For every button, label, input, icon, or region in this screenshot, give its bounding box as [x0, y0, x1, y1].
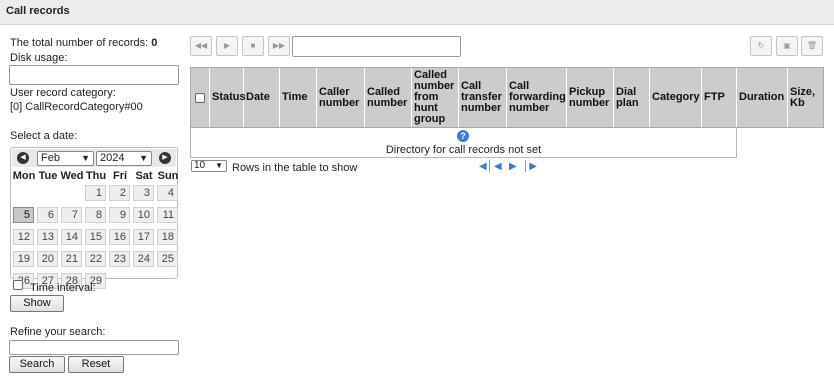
record-path-input[interactable] — [292, 36, 461, 57]
select-all-cell — [191, 68, 210, 127]
column-called-number[interactable]: Called number — [365, 68, 412, 127]
column-category[interactable]: Category — [650, 68, 702, 127]
page-title: Call records — [6, 5, 70, 17]
disk-usage-label: Disk usage: — [10, 52, 68, 64]
weekday-header: Tue — [38, 170, 58, 182]
weekday-header: Sun — [157, 170, 179, 182]
column-size-kb[interactable]: Size, Kb — [788, 68, 823, 127]
calendar-day[interactable]: 23 — [109, 251, 130, 267]
calendar-day[interactable]: 22 — [85, 251, 106, 267]
prev-month-icon[interactable]: ◀ — [17, 152, 29, 164]
reset-button[interactable]: Reset — [68, 356, 124, 373]
last-page-icon[interactable]: │▶ — [523, 161, 537, 172]
calendar-day[interactable]: 11 — [157, 207, 178, 223]
calendar-day[interactable]: 4 — [157, 185, 178, 201]
page-header: Call records — [0, 0, 834, 25]
time-interval-checkbox[interactable] — [13, 280, 23, 290]
calendar-day[interactable]: 17 — [133, 229, 154, 245]
year-select[interactable]: 2024 ▼ — [96, 151, 152, 166]
refresh-icon[interactable]: ↻ — [750, 36, 772, 56]
show-button[interactable]: Show — [10, 295, 64, 312]
calendar-day[interactable]: 6 — [37, 207, 58, 223]
column-call-forwarding-number[interactable]: Call forwarding number — [507, 68, 567, 127]
year-select-value: 2024 — [100, 152, 125, 164]
column-caller-number[interactable]: Caller number — [317, 68, 365, 127]
weekday-header: Wed — [60, 170, 84, 182]
weekday-header: Fri — [112, 170, 128, 182]
stop-icon[interactable]: ■ — [242, 36, 264, 56]
column-status[interactable]: Status — [210, 68, 246, 127]
calendar-header: ◀ Feb ▼ 2024 ▼ ▶ — [12, 149, 176, 167]
table-body: ? Directory for call records not set — [190, 128, 737, 158]
column-called-number-hunt-group[interactable]: Called number from hunt group — [412, 68, 459, 127]
column-date[interactable]: Date — [244, 68, 280, 127]
weekday-header: Mon — [12, 170, 36, 182]
weekday-header: Thu — [85, 170, 107, 182]
rewind-icon[interactable]: ◀◀ — [190, 36, 212, 56]
calendar-day[interactable]: 7 — [61, 207, 82, 223]
next-month-icon[interactable]: ▶ — [159, 152, 171, 164]
date-calendar: ◀ Feb ▼ 2024 ▼ ▶ Mon Tue Wed Thu Fri Sat Sun 1 2… — [10, 147, 179, 289]
total-records-value: 0 — [151, 37, 158, 49]
calendar-day[interactable]: 15 — [85, 229, 106, 245]
rows-per-page-select[interactable]: 10 ▼ — [191, 160, 227, 172]
rows-per-page-label: Rows in the table to show — [232, 162, 358, 174]
calendar-day[interactable]: 2 — [109, 185, 130, 201]
calendar-day[interactable]: 8 — [85, 207, 106, 223]
column-dial-plan[interactable]: Dial plan — [614, 68, 650, 127]
calendar-day[interactable]: 5 — [13, 207, 34, 223]
time-interval-label: Time interval: — [30, 282, 96, 294]
prev-page-icon[interactable]: ◀ — [494, 161, 502, 172]
chevron-down-icon: ▼ — [215, 161, 223, 170]
rows-per-page-value: 10 — [194, 160, 206, 171]
user-category-value: [0] CallRecordCategory#00 — [10, 101, 143, 113]
column-ftp[interactable]: FTP — [702, 68, 737, 127]
calendar-day[interactable]: 19 — [13, 251, 34, 267]
search-button[interactable]: Search — [9, 356, 65, 373]
column-duration[interactable]: Duration — [737, 68, 788, 127]
column-call-transfer-number[interactable]: Call transfer number — [459, 68, 507, 127]
call-records-table: Status Date Time Caller number Called nu… — [190, 67, 824, 158]
calendar-day[interactable]: 13 — [37, 229, 58, 245]
disk-usage-field — [9, 65, 179, 85]
calendar-day[interactable]: 10 — [133, 207, 154, 223]
calendar-day[interactable]: 18 — [157, 229, 178, 245]
calendar-day[interactable]: 12 — [13, 229, 34, 245]
delete-icon[interactable]: 🗑 — [801, 36, 823, 56]
table-header: Status Date Time Caller number Called nu… — [190, 67, 824, 128]
select-all-checkbox[interactable] — [195, 92, 205, 103]
calendar-day[interactable]: 24 — [133, 251, 154, 267]
play-icon[interactable]: ▶ — [216, 36, 238, 56]
select-date-label: Select a date: — [10, 130, 78, 142]
calendar-day[interactable]: 25 — [157, 251, 178, 267]
calendar-day[interactable]: 21 — [61, 251, 82, 267]
calendar-day[interactable]: 9 — [109, 207, 130, 223]
calendar-day[interactable]: 20 — [37, 251, 58, 267]
column-time[interactable]: Time — [280, 68, 317, 127]
search-input[interactable] — [9, 340, 179, 355]
calendar-day[interactable]: 14 — [61, 229, 82, 245]
month-select-value: Feb — [41, 152, 60, 164]
next-page-icon[interactable]: ▶ — [509, 161, 517, 172]
chevron-down-icon: ▼ — [81, 153, 90, 163]
total-records-label: The total number of records: — [10, 37, 149, 49]
refine-search-label: Refine your search: — [10, 326, 106, 338]
calendar-day[interactable]: 1 — [85, 185, 106, 201]
column-pickup-number[interactable]: Pickup number — [567, 68, 614, 127]
month-select[interactable]: Feb ▼ — [37, 151, 94, 166]
empty-table-message: Directory for call records not set — [385, 144, 542, 156]
fast-forward-icon[interactable]: ▶▶ — [268, 36, 290, 56]
chevron-down-icon: ▼ — [139, 153, 148, 163]
first-page-icon[interactable]: ◀│ — [479, 161, 493, 172]
help-icon: ? — [457, 130, 469, 142]
user-category-label: User record category: — [10, 87, 116, 99]
weekday-header: Sat — [135, 170, 153, 182]
save-icon[interactable]: ▣ — [776, 36, 798, 56]
total-records: The total number of records: 0 — [10, 37, 157, 49]
calendar-day[interactable]: 16 — [109, 229, 130, 245]
calendar-day[interactable]: 3 — [133, 185, 154, 201]
